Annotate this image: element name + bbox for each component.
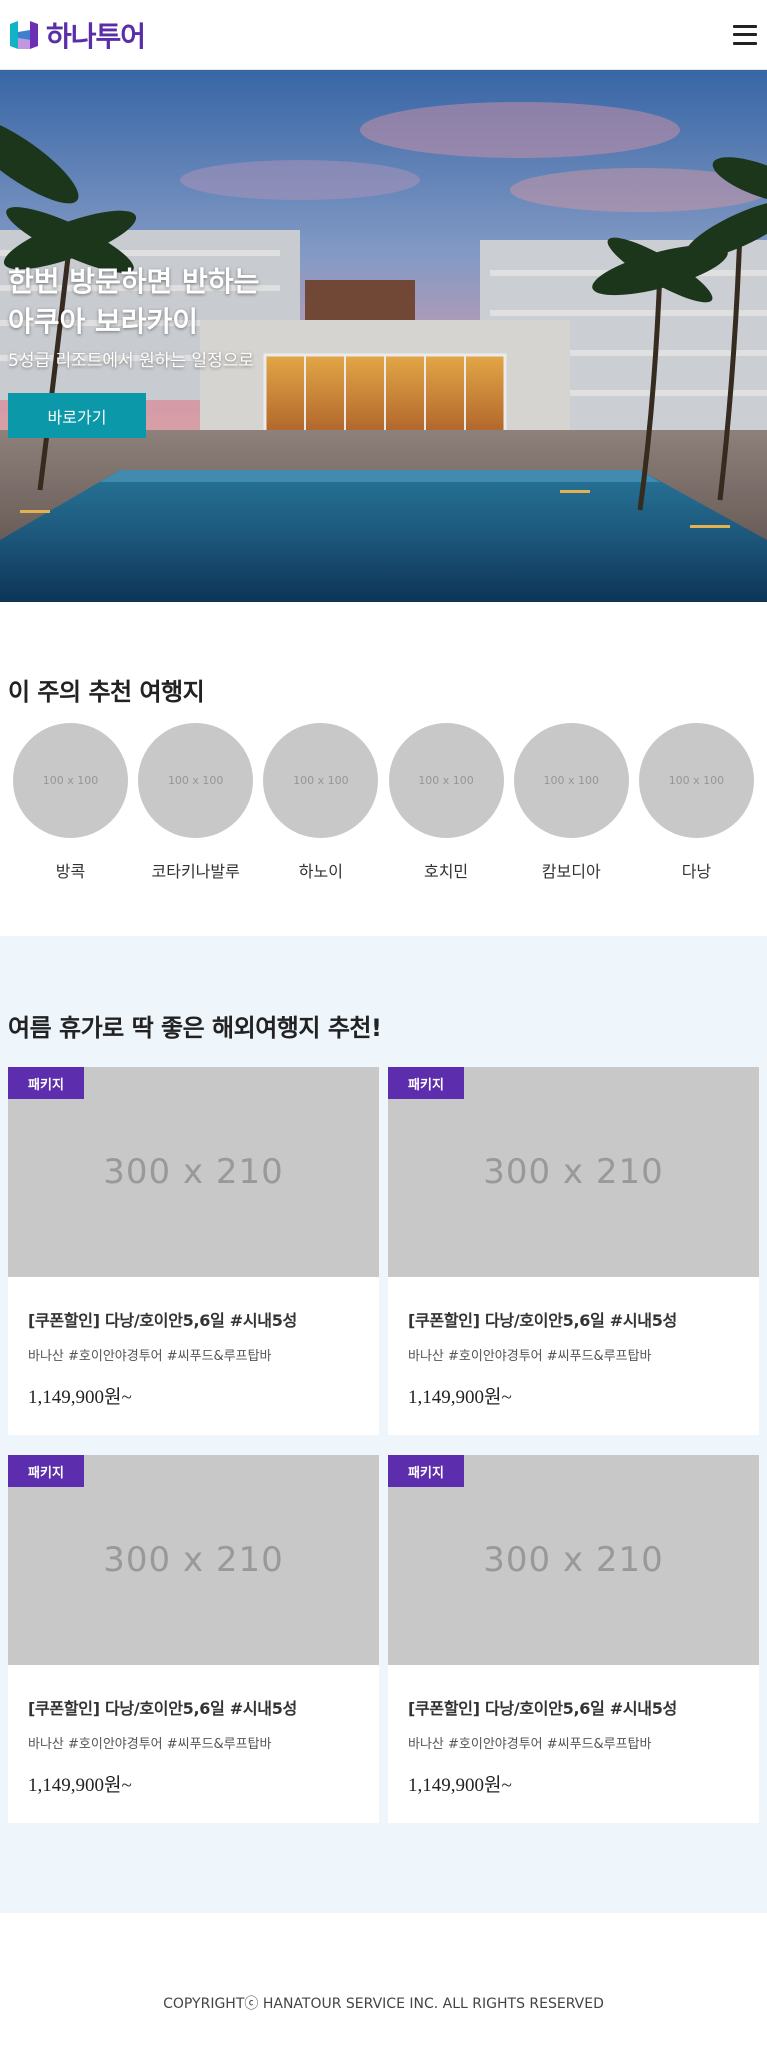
site-header: 하나투어 xyxy=(0,0,767,70)
destination-image: 100 x 100 xyxy=(638,723,754,838)
package-card[interactable]: 300 x 210 패키지 [쿠폰할인] 다낭/호이안5,6일 #시내5성 바나… xyxy=(8,1455,379,1823)
destination-image: 100 x 100 xyxy=(138,723,254,838)
package-badge: 패키지 xyxy=(8,1455,84,1487)
image-placeholder-text: 300 x 210 xyxy=(483,1152,664,1192)
package-tags: 바나산 #호이안야경투어 #씨푸드&루프탑바 xyxy=(28,1349,272,1364)
destination-item[interactable]: 100 x 100 캄보디아 xyxy=(513,723,629,882)
destination-label: 코타키나발루 xyxy=(151,862,240,881)
hero-go-button[interactable]: 바로가기 xyxy=(8,393,146,438)
hero-title-line1: 한번 방문하면 반하는 xyxy=(8,265,260,298)
summer-section-title: 여름 휴가로 딱 좋은 해외여행지 추천! xyxy=(8,1014,382,1042)
package-card-body: [쿠폰할인] 다낭/호이안5,6일 #시내5성 바나산 #호이안야경투어 #씨푸… xyxy=(388,1665,759,1823)
package-tags: 바나산 #호이안야경투어 #씨푸드&루프탑바 xyxy=(408,1737,652,1752)
hero-title: 한번 방문하면 반하는 아쿠아 보라카이 xyxy=(8,262,259,342)
package-card[interactable]: 300 x 210 패키지 [쿠폰할인] 다낭/호이안5,6일 #시내5성 바나… xyxy=(388,1067,759,1435)
image-placeholder-text: 300 x 210 xyxy=(103,1540,284,1580)
logo-link[interactable]: 하나투어 xyxy=(8,15,146,55)
package-card-image: 300 x 210 패키지 xyxy=(8,1067,379,1277)
package-tags: 바나산 #호이안야경투어 #씨푸드&루프탑바 xyxy=(408,1349,652,1364)
destination-label: 다낭 xyxy=(681,862,712,881)
destination-item[interactable]: 100 x 100 하노이 xyxy=(263,723,379,882)
destination-item[interactable]: 100 x 100 호치민 xyxy=(388,723,504,882)
package-price: 1,149,900원~ xyxy=(408,1775,512,1796)
site-footer: COPYRIGHTⓒ HANATOUR SERVICE INC. ALL RIG… xyxy=(0,1913,767,2063)
destination-image: 100 x 100 xyxy=(13,723,128,838)
summer-recommend-section: 여름 휴가로 딱 좋은 해외여행지 추천! 300 x 210 패키지 [쿠폰할… xyxy=(0,936,767,1913)
package-title: [쿠폰할인] 다낭/호이안5,6일 #시내5성 xyxy=(408,1311,677,1330)
package-title: [쿠폰할인] 다낭/호이안5,6일 #시내5성 xyxy=(28,1699,297,1718)
hero-subtitle: 5성급 리조트에서 원하는 일정으로 xyxy=(8,351,254,371)
package-card-image: 300 x 210 패키지 xyxy=(8,1455,379,1665)
package-tags: 바나산 #호이안야경투어 #씨푸드&루프탑바 xyxy=(28,1737,272,1752)
package-card-body: [쿠폰할인] 다낭/호이안5,6일 #시내5성 바나산 #호이안야경투어 #씨푸… xyxy=(388,1277,759,1435)
package-card[interactable]: 300 x 210 패키지 [쿠폰할인] 다낭/호이안5,6일 #시내5성 바나… xyxy=(8,1067,379,1435)
destination-label: 방콕 xyxy=(55,862,86,881)
destination-image: 100 x 100 xyxy=(263,723,379,838)
destination-item[interactable]: 100 x 100 코타키나발루 xyxy=(138,723,254,882)
logo-text: 하나투어 xyxy=(46,19,146,53)
package-badge: 패키지 xyxy=(388,1455,464,1487)
destination-list: 100 x 100 방콕 100 x 100 코타키나발루 100 x 100 … xyxy=(8,723,759,882)
package-card-body: [쿠폰할인] 다낭/호이안5,6일 #시내5성 바나산 #호이안야경투어 #씨푸… xyxy=(8,1665,379,1823)
package-title: [쿠폰할인] 다낭/호이안5,6일 #시내5성 xyxy=(408,1699,677,1718)
weekly-recommend-section: 이 주의 추천 여행지 100 x 100 방콕 100 x 100 코타키나발… xyxy=(0,602,767,936)
package-badge: 패키지 xyxy=(388,1067,464,1099)
hero-banner: 한번 방문하면 반하는 아쿠아 보라카이 5성급 리조트에서 원하는 일정으로 … xyxy=(0,70,767,602)
package-card-grid: 300 x 210 패키지 [쿠폰할인] 다낭/호이안5,6일 #시내5성 바나… xyxy=(8,1067,759,1823)
image-placeholder-text: 300 x 210 xyxy=(103,1152,284,1192)
package-card-image: 300 x 210 패키지 xyxy=(388,1455,759,1665)
destination-item[interactable]: 100 x 100 다낭 xyxy=(638,723,754,882)
package-title: [쿠폰할인] 다낭/호이안5,6일 #시내5성 xyxy=(28,1311,297,1330)
destination-image: 100 x 100 xyxy=(388,723,504,838)
hanatour-logo-icon xyxy=(8,20,40,49)
destination-label: 캄보디아 xyxy=(541,862,601,881)
hero-title-line2: 아쿠아 보라카이 xyxy=(8,305,199,338)
package-price: 1,149,900원~ xyxy=(28,1387,132,1408)
package-badge: 패키지 xyxy=(8,1067,84,1099)
destination-item[interactable]: 100 x 100 방콕 xyxy=(13,723,128,882)
package-card-body: [쿠폰할인] 다낭/호이안5,6일 #시내5성 바나산 #호이안야경투어 #씨푸… xyxy=(8,1277,379,1435)
destination-image: 100 x 100 xyxy=(513,723,629,838)
package-price: 1,149,900원~ xyxy=(28,1775,132,1796)
destination-label: 호치민 xyxy=(423,862,469,881)
package-card[interactable]: 300 x 210 패키지 [쿠폰할인] 다낭/호이안5,6일 #시내5성 바나… xyxy=(388,1455,759,1823)
weekly-section-title: 이 주의 추천 여행지 xyxy=(8,678,205,706)
package-card-image: 300 x 210 패키지 xyxy=(388,1067,759,1277)
package-price: 1,149,900원~ xyxy=(408,1387,512,1408)
image-placeholder-text: 300 x 210 xyxy=(483,1540,664,1580)
hamburger-menu-icon[interactable] xyxy=(733,24,757,45)
copyright-text: COPYRIGHTⓒ HANATOUR SERVICE INC. ALL RIG… xyxy=(163,1996,604,2012)
destination-label: 하노이 xyxy=(298,862,343,881)
hero-text: 한번 방문하면 반하는 아쿠아 보라카이 5성급 리조트에서 원하는 일정으로 … xyxy=(8,262,259,438)
